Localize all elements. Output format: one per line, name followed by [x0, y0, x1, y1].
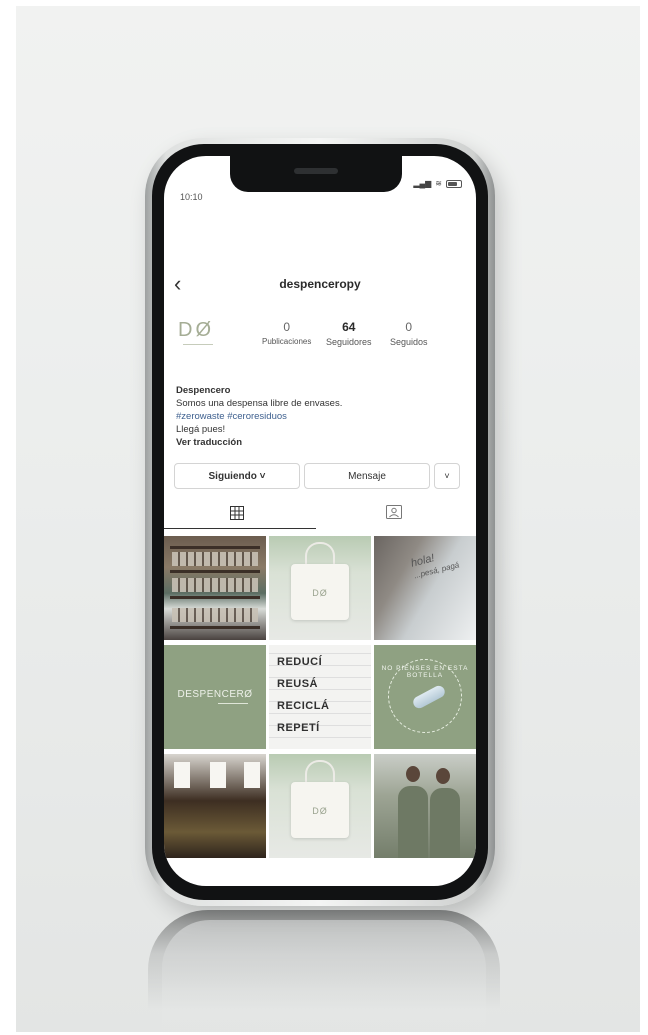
post-founders[interactable]: [374, 754, 476, 858]
post-jars[interactable]: [164, 754, 266, 858]
phone-bezel: 10:10 ▂▄▆ ≋ ‹ despenceropy DØ 0 Publicac…: [152, 144, 488, 900]
wifi-icon: ≋: [435, 179, 442, 188]
see-translation-link[interactable]: Ver traducción: [176, 436, 466, 449]
profile-username: despenceropy: [279, 277, 361, 291]
brand-wordmark: DESPENCERØ: [177, 689, 253, 700]
stat-posts-label: Publicaciones: [262, 337, 312, 346]
speaker-grille: [294, 168, 338, 174]
post-grid: DØ hola! ...pesá, pagá DESPENCERØ REDUCÍ …: [164, 536, 476, 858]
bio-name: Despencero: [176, 385, 231, 396]
tote-logo-2: DØ: [312, 806, 328, 816]
post-shelves[interactable]: [164, 536, 266, 640]
stat-followers[interactable]: 64 Seguidores: [326, 320, 372, 347]
signal-icon: ▂▄▆: [413, 179, 432, 188]
hola-text: hola! ...pesá, pagá: [409, 552, 461, 581]
tagged-tab-icon[interactable]: [386, 505, 402, 519]
post-bottle[interactable]: NO PIENSES EN ESTA BOTELLA: [374, 645, 476, 749]
stat-following-value: 0: [405, 320, 413, 334]
stat-followers-label: Seguidores: [326, 337, 372, 347]
bio-description: Somos una despensa libre de envases.: [176, 398, 343, 409]
stat-followers-value: 64: [342, 320, 356, 334]
stat-following-label: Seguidos: [390, 337, 428, 347]
stat-following[interactable]: 0 Seguidos: [390, 320, 428, 347]
post-hola-wall[interactable]: hola! ...pesá, pagá: [374, 536, 476, 640]
phone-reflection: [148, 910, 500, 1035]
active-tab-indicator: [164, 528, 316, 529]
avatar-logo-text: DØ: [178, 319, 214, 341]
avatar-underline: [183, 344, 213, 345]
tote-logo: DØ: [312, 588, 328, 598]
post-tote-bag[interactable]: DØ: [269, 536, 371, 640]
avatar[interactable]: DØ: [178, 320, 230, 368]
bottle-ring-text: NO PIENSES EN ESTA BOTELLA: [381, 665, 469, 679]
following-button[interactable]: Siguiendo ˅: [174, 463, 300, 489]
battery-icon: [446, 180, 462, 188]
phone-screen: 10:10 ▂▄▆ ≋ ‹ despenceropy DØ 0 Publicac…: [164, 156, 476, 886]
bio-line: Llegá pues!: [176, 424, 226, 435]
phone-frame: 10:10 ▂▄▆ ≋ ‹ despenceropy DØ 0 Publicac…: [145, 138, 495, 906]
message-button[interactable]: Mensaje: [304, 463, 430, 489]
notch: [230, 156, 402, 192]
status-time: 10:10: [180, 192, 203, 202]
profile-bio: Despencero Somos una despensa libre de e…: [176, 384, 466, 449]
post-brand-logo[interactable]: DESPENCERØ: [164, 645, 266, 749]
stat-posts[interactable]: 0 Publicaciones: [262, 320, 311, 346]
status-icons: ▂▄▆ ≋: [413, 180, 462, 188]
suggested-dropdown-button[interactable]: ˅: [434, 463, 460, 489]
post-slogan[interactable]: REDUCÍ REUSÁ RECICLÁ REPETÍ: [269, 645, 371, 749]
slogan-text: REDUCÍ REUSÁ RECICLÁ REPETÍ: [277, 656, 330, 734]
stat-posts-value: 0: [283, 320, 291, 334]
grid-tab-icon[interactable]: [230, 506, 244, 520]
bio-hashtags[interactable]: #zerowaste #ceroresiduos: [176, 410, 466, 423]
post-tote-bag-2[interactable]: DØ: [269, 754, 371, 858]
